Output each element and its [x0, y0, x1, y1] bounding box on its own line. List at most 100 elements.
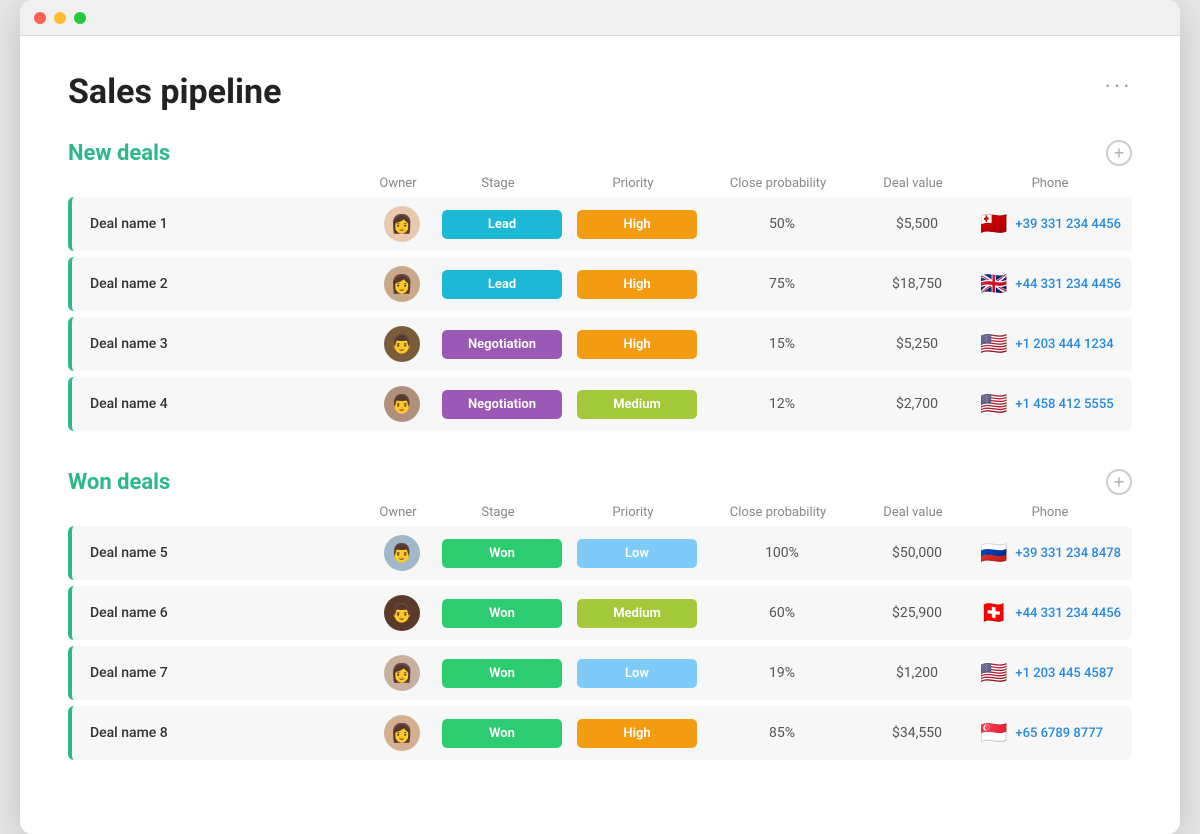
deal-name: Deal name 8	[72, 725, 372, 741]
deal-priority: Low	[572, 539, 702, 568]
section-header: New deals+	[68, 140, 1132, 166]
deal-value: $1,200	[862, 665, 972, 681]
table-header: OwnerStagePriorityClose probabilityDeal …	[68, 505, 1132, 526]
deal-priority: Medium	[572, 599, 702, 628]
deal-phone: 🇸🇬 +65 6789 8777	[972, 721, 1132, 746]
maximize-dot[interactable]	[74, 12, 86, 24]
close-probability: 15%	[702, 336, 862, 352]
table-row[interactable]: Deal name 4👨NegotiationMedium12%$2,700🇺🇸…	[68, 377, 1132, 431]
avatar: 👨	[384, 595, 420, 631]
priority-badge: Medium	[577, 599, 697, 628]
table-row[interactable]: Deal name 2👩LeadHigh75%$18,750🇬🇧+44 331 …	[68, 257, 1132, 311]
priority-badge: Low	[577, 659, 697, 688]
deal-name: Deal name 7	[72, 665, 372, 681]
stage-badge: Lead	[442, 270, 562, 299]
deal-stage: Won	[432, 539, 572, 568]
phone-number[interactable]: +39 331 234 8478	[1015, 546, 1121, 561]
section-title: Won deals	[68, 470, 170, 495]
phone-number[interactable]: +1 203 445 4587	[1015, 666, 1113, 681]
deals-list: Deal name 5👨WonLow100%$50,000🇷🇺+39 331 2…	[68, 526, 1132, 766]
close-probability: 100%	[702, 545, 862, 561]
phone-number[interactable]: +44 331 234 4456	[1015, 277, 1121, 292]
deal-priority: Medium	[572, 390, 702, 419]
phone-number[interactable]: +1 458 412 5555	[1015, 397, 1113, 412]
table-header: OwnerStagePriorityClose probabilityDeal …	[68, 176, 1132, 197]
section-header: Won deals +	[68, 469, 1132, 495]
close-probability: 85%	[702, 725, 862, 741]
stage-badge: Won	[442, 719, 562, 748]
priority-badge: High	[577, 719, 697, 748]
deal-priority: High	[572, 330, 702, 359]
table-row[interactable]: Deal name 1👩LeadHigh50%$5,500🇹🇴+39 331 2…	[68, 197, 1132, 251]
deal-value: $5,250	[862, 336, 972, 352]
avatar: 👩	[384, 206, 420, 242]
priority-badge: High	[577, 270, 697, 299]
deal-name: Deal name 1	[72, 216, 372, 232]
close-probability: 19%	[702, 665, 862, 681]
phone-number[interactable]: +39 331 234 4456	[1015, 217, 1121, 232]
th-phone: Phone	[968, 176, 1132, 191]
table-row[interactable]: Deal name 6👨WonMedium60%$25,900🇨🇭+44 331…	[68, 586, 1132, 640]
phone-number[interactable]: +65 6789 8777	[1015, 726, 1103, 741]
page-title: Sales pipeline	[68, 72, 281, 112]
avatar: 👩	[384, 655, 420, 691]
add-deal-button[interactable]: +	[1106, 469, 1132, 495]
deal-owner: 👨	[372, 386, 432, 422]
phone-number[interactable]: +1 203 444 1234	[1015, 337, 1113, 352]
avatar: 👩	[384, 715, 420, 751]
table-row[interactable]: Deal name 7👩WonLow19%$1,200🇺🇸+1 203 445 …	[68, 646, 1132, 700]
deal-phone: 🇺🇸 +1 203 445 4587	[972, 661, 1132, 686]
deal-value: $50,000	[862, 545, 972, 561]
th-deal-value: Deal value	[858, 505, 968, 520]
table-row[interactable]: Deal name 3👨NegotiationHigh15%$5,250🇺🇸+1…	[68, 317, 1132, 371]
deal-stage: Lead	[432, 270, 572, 299]
close-dot[interactable]	[34, 12, 46, 24]
more-button[interactable]: ···	[1104, 72, 1132, 98]
titlebar	[20, 0, 1180, 36]
minimize-dot[interactable]	[54, 12, 66, 24]
th-deal-value: Deal value	[858, 176, 968, 191]
avatar: 👨	[384, 386, 420, 422]
phone-number[interactable]: +44 331 234 4456	[1015, 606, 1121, 621]
deal-owner: 👩	[372, 655, 432, 691]
avatar: 👨	[384, 535, 420, 571]
stage-badge: Won	[442, 599, 562, 628]
th-phone: Phone	[968, 505, 1132, 520]
deal-phone: 🇨🇭 +44 331 234 4456	[972, 601, 1132, 626]
deal-priority: Low	[572, 659, 702, 688]
country-flag: 🇺🇸	[980, 661, 1007, 686]
priority-badge: High	[577, 210, 697, 239]
th-priority: Priority	[568, 176, 698, 191]
country-flag: 🇸🇬	[980, 721, 1007, 746]
country-flag: 🇨🇭	[980, 601, 1007, 626]
th-name	[68, 176, 368, 191]
deal-owner: 👨	[372, 595, 432, 631]
main-content: Sales pipeline ··· New deals+OwnerStageP…	[20, 36, 1180, 834]
deal-stage: Negotiation	[432, 390, 572, 419]
add-deal-button[interactable]: +	[1106, 140, 1132, 166]
deal-phone: 🇺🇸+1 203 444 1234	[972, 332, 1132, 357]
deal-owner: 👩	[372, 206, 432, 242]
th-owner: Owner	[368, 505, 428, 520]
app-window: Sales pipeline ··· New deals+OwnerStageP…	[20, 0, 1180, 834]
deal-value: $18,750	[862, 276, 972, 292]
deals-list: Deal name 1👩LeadHigh50%$5,500🇹🇴+39 331 2…	[68, 197, 1132, 437]
deal-stage: Negotiation	[432, 330, 572, 359]
country-flag: 🇷🇺	[980, 541, 1007, 566]
deal-value: $2,700	[862, 396, 972, 412]
deal-owner: 👩	[372, 266, 432, 302]
close-probability: 12%	[702, 396, 862, 412]
deal-phone: 🇹🇴+39 331 234 4456	[972, 212, 1132, 237]
deal-priority: High	[572, 270, 702, 299]
table-row[interactable]: Deal name 5👨WonLow100%$50,000🇷🇺+39 331 2…	[68, 526, 1132, 580]
priority-badge: High	[577, 330, 697, 359]
th-name	[68, 505, 368, 520]
deal-name: Deal name 3	[72, 336, 372, 352]
th-owner: Owner	[368, 176, 428, 191]
close-probability: 60%	[702, 605, 862, 621]
deal-stage: Won	[432, 599, 572, 628]
th-stage: Stage	[428, 505, 568, 520]
deal-owner: 👩	[372, 715, 432, 751]
stage-badge: Negotiation	[442, 390, 562, 419]
table-row[interactable]: Deal name 8👩WonHigh85%$34,550🇸🇬+65 6789 …	[68, 706, 1132, 760]
